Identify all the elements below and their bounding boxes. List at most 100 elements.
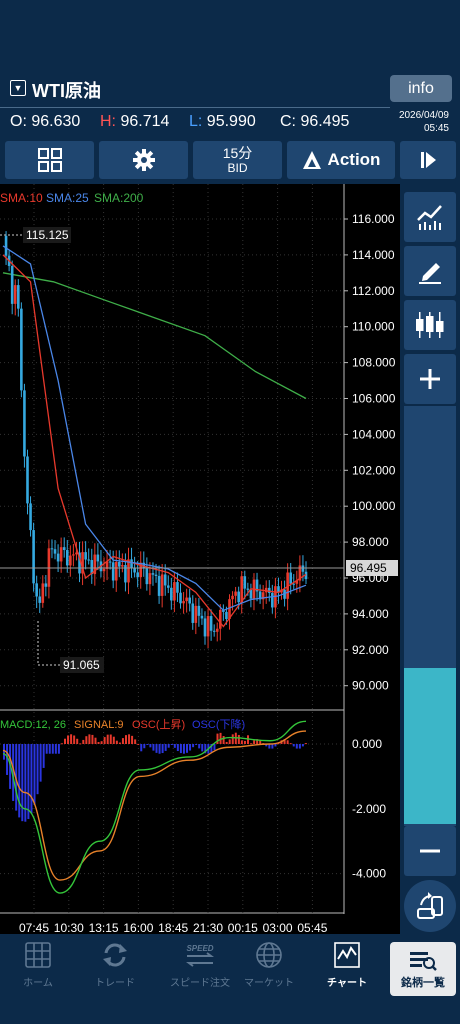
candle-body xyxy=(136,572,139,578)
time-tick-label: 16:00 xyxy=(123,921,153,934)
price-tick-label: 90.000 xyxy=(352,679,389,693)
candle-body xyxy=(179,592,182,604)
candle-body xyxy=(44,583,48,587)
osc-bar xyxy=(140,744,143,752)
candle-body xyxy=(65,550,69,566)
osc-bar xyxy=(240,740,243,744)
osc-bar xyxy=(222,736,225,744)
action-button[interactable]: Action xyxy=(287,141,395,179)
indicator-button[interactable] xyxy=(404,192,456,242)
osc-bar xyxy=(91,734,94,744)
time-tick-label: 05:45 xyxy=(297,921,327,934)
osc-bar xyxy=(289,743,292,745)
osc-bar xyxy=(182,744,185,754)
candle-body xyxy=(62,547,66,551)
osc-bar xyxy=(228,739,231,744)
price-type-label: BID xyxy=(227,161,248,175)
sma200-line xyxy=(2,272,307,400)
legend-osc-down: OSC(下降) xyxy=(192,717,245,731)
candle-type-button[interactable] xyxy=(404,300,456,350)
timeframe-button[interactable]: 15分 BID xyxy=(193,141,282,179)
symbol-name[interactable]: WTI原油 xyxy=(32,77,101,103)
home-grid-icon xyxy=(25,942,51,968)
nav-market[interactable]: マーケット xyxy=(236,940,302,998)
symbol-list-icon xyxy=(410,952,437,971)
osc-bar xyxy=(109,734,112,744)
chart-area[interactable]: 07:45 10:30 13:15 16:00 18:45 21:30 00:15 03:00… xyxy=(0,184,400,934)
candle-body xyxy=(13,285,17,304)
osc-bar xyxy=(231,734,234,744)
candle-body xyxy=(225,611,228,620)
draw-tool-button[interactable] xyxy=(404,246,456,296)
candle-body xyxy=(166,585,170,588)
candle-body xyxy=(32,530,35,584)
price-tick-label: 110.000 xyxy=(352,320,395,334)
candle-body xyxy=(72,554,75,556)
zoom-level-fill[interactable] xyxy=(404,668,456,824)
nav-symbol-list[interactable]: 銘柄一覧 xyxy=(390,942,456,996)
candle-body xyxy=(84,552,87,560)
price-tick-label: 108.000 xyxy=(352,356,396,370)
osc-bar xyxy=(118,742,121,744)
rotate-device-icon xyxy=(417,892,443,919)
settings-button[interactable] xyxy=(99,141,188,179)
osc-bar xyxy=(94,737,97,744)
gear-icon xyxy=(132,149,155,171)
time-tick-label: 03:00 xyxy=(263,921,293,934)
osc-bar xyxy=(164,744,167,751)
nav-home[interactable]: ホーム xyxy=(5,940,71,998)
candle-body xyxy=(160,574,164,596)
symbol-dropdown-icon[interactable]: ▼ xyxy=(10,80,26,96)
candle-body xyxy=(206,616,210,637)
osc-bar xyxy=(143,744,146,749)
candle-body xyxy=(219,609,222,629)
zoom-out-button[interactable] xyxy=(404,826,456,876)
info-button[interactable]: info xyxy=(390,75,452,102)
legend-sma10: SMA:10 xyxy=(0,191,43,205)
osc-bar xyxy=(146,744,149,745)
nav-speed-order[interactable]: SPEED スピード注文 xyxy=(160,940,240,998)
candle-body xyxy=(185,597,188,602)
trade-refresh-icon xyxy=(103,943,127,967)
candle-body xyxy=(176,582,179,593)
zoom-in-button[interactable] xyxy=(404,354,456,404)
rotate-screen-button[interactable] xyxy=(404,880,456,932)
plus-icon xyxy=(420,369,440,389)
candle-body xyxy=(151,573,155,575)
candle-body xyxy=(96,554,100,562)
nav-chart[interactable]: チャート xyxy=(314,940,380,998)
quote-time: 05:45 xyxy=(423,123,449,134)
price-tick-label: 112.000 xyxy=(352,284,395,298)
chart-svg[interactable]: 07:45 10:30 13:15 16:00 18:45 21:30 00:15 03:00… xyxy=(0,184,400,934)
candle-body xyxy=(240,576,244,603)
candle-body xyxy=(29,503,32,531)
layout-grid-button[interactable] xyxy=(5,141,94,179)
osc-bar xyxy=(60,743,63,745)
candle-body xyxy=(59,547,63,562)
price-tick-label: 98.000 xyxy=(352,535,389,549)
action-label: Action xyxy=(327,150,381,169)
osc-bar xyxy=(195,744,198,745)
candle-body xyxy=(114,561,118,581)
osc-bar xyxy=(225,741,228,744)
macd-lines xyxy=(2,720,307,894)
candle-body xyxy=(56,553,60,562)
osc-bar xyxy=(73,735,76,744)
candle-body xyxy=(50,548,54,550)
nav-chart-label: チャート xyxy=(327,978,367,989)
low-value: 95.990 xyxy=(206,113,256,130)
nav-trade[interactable]: トレード xyxy=(82,940,148,998)
osc-bar xyxy=(216,733,219,744)
osc-bar xyxy=(295,744,298,749)
play-button[interactable] xyxy=(400,141,456,179)
macd-tick-label: -2.000 xyxy=(352,802,386,816)
price-tick-label: 116.000 xyxy=(352,212,395,226)
osc-bar xyxy=(76,738,79,744)
vertical-grid xyxy=(33,184,313,913)
osc-bar xyxy=(30,744,33,814)
osc-bar xyxy=(243,740,246,744)
time-tick-label: 13:15 xyxy=(89,921,119,934)
osc-bar xyxy=(186,744,188,753)
legend-sma25: SMA:25 xyxy=(46,191,89,205)
zoom-track[interactable] xyxy=(404,406,456,826)
